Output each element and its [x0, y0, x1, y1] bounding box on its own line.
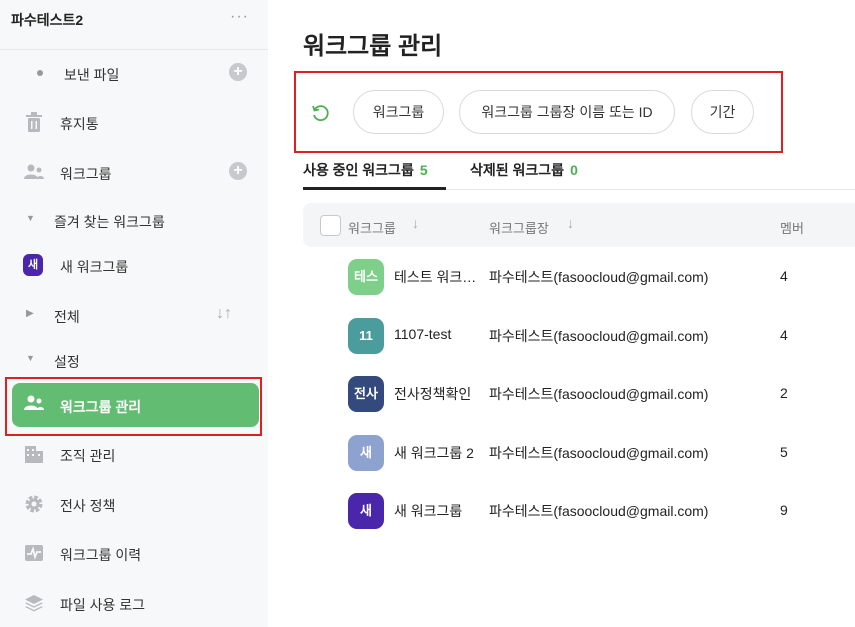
- table-header: 워크그룹 ↓ 워크그룹장 ↓ 멤버: [303, 203, 855, 247]
- member-count: 5: [780, 444, 788, 460]
- layers-icon: [24, 593, 44, 613]
- sort-icon[interactable]: ↓↑: [216, 305, 232, 323]
- workgroup-owner: 파수테스트(fasoocloud@gmail.com): [489, 269, 709, 285]
- sidebar-item-settings[interactable]: ▼ 설정: [0, 340, 268, 380]
- member-count: 2: [780, 385, 788, 401]
- activity-icon: [24, 543, 44, 563]
- sidebar-item-workgroups[interactable]: 워크그룹 +: [0, 152, 268, 192]
- sidebar-item-label: 워크그룹 관리: [60, 399, 142, 415]
- member-count: 4: [780, 268, 788, 284]
- gear-icon: [24, 494, 44, 514]
- workgroup-name: 새 워크그룹: [394, 503, 463, 519]
- workgroup-owner: 파수테스트(fasoocloud@gmail.com): [489, 328, 709, 344]
- workgroup-avatar: 새: [348, 493, 384, 529]
- workgroup-name: 전사정책확인: [394, 386, 472, 402]
- building-icon: [24, 444, 44, 464]
- tab-active-workgroups[interactable]: 사용 중인 워크그룹 5: [303, 160, 428, 180]
- member-count: 4: [780, 327, 788, 343]
- sidebar-item-label: 파일 사용 로그: [60, 597, 146, 613]
- table-row[interactable]: 새 새 워크그룹 2 파수테스트(fasoocloud@gmail.com) 5: [303, 424, 855, 482]
- workgroup-avatar: 새: [23, 254, 43, 276]
- filter-owner-button[interactable]: 워크그룹 그룹장 이름 또는 ID: [459, 90, 675, 134]
- caret-down-icon: ▼: [26, 353, 35, 363]
- sidebar-item-workgroup-manage[interactable]: 워크그룹 관리: [12, 383, 259, 427]
- sidebar-item-label: 즐겨 찾는 워크그룹: [54, 214, 165, 230]
- bullet-icon: [30, 63, 50, 83]
- org-name: 파수테스트2: [11, 12, 84, 28]
- page-title: 워크그룹 관리: [303, 33, 443, 60]
- sidebar-item-file-usage-log[interactable]: 파일 사용 로그: [0, 583, 268, 623]
- users-icon: [24, 162, 44, 182]
- sidebar-item-label: 휴지통: [60, 116, 99, 132]
- table-row[interactable]: 테스 테스트 워크그룹 파수테스트(fasoocloud@gmail.com) …: [303, 248, 855, 306]
- more-icon[interactable]: ···: [230, 8, 249, 26]
- tab-deleted-workgroups[interactable]: 삭제된 워크그룹 0: [470, 160, 578, 180]
- workgroup-avatar: 11: [348, 318, 384, 354]
- sidebar-header: 파수테스트2 ···: [0, 0, 268, 50]
- member-count: 9: [780, 502, 788, 518]
- workgroup-avatar: 테스: [348, 259, 384, 295]
- workgroup-name: 테스트 워크그룹: [394, 269, 482, 285]
- tab-underline: [303, 187, 446, 190]
- filter-period-button[interactable]: 기간: [691, 90, 754, 134]
- workgroup-name: 새 워크그룹 2: [394, 445, 474, 461]
- workgroup-owner: 파수테스트(fasoocloud@gmail.com): [489, 503, 709, 519]
- sidebar-item-label: 워크그룹: [60, 166, 112, 182]
- sidebar-item-org-manage[interactable]: 조직 관리: [0, 434, 268, 474]
- workgroup-name: 1107-test: [394, 326, 452, 342]
- sidebar-item-workgroup-history[interactable]: 워크그룹 이력: [0, 533, 268, 573]
- table-row[interactable]: 11 1107-test 파수테스트(fasoocloud@gmail.com)…: [303, 307, 855, 365]
- caret-right-icon: ▶: [26, 308, 34, 319]
- sidebar-item-label: 조직 관리: [60, 448, 116, 464]
- column-header-members[interactable]: 멤버: [780, 218, 804, 237]
- trash-icon: [24, 112, 44, 132]
- workgroup-owner: 파수테스트(fasoocloud@gmail.com): [489, 445, 709, 461]
- sidebar-item-label: 보낸 파일: [64, 67, 120, 83]
- workgroup-owner: 파수테스트(fasoocloud@gmail.com): [489, 386, 709, 402]
- table-row[interactable]: 새 새 워크그룹 파수테스트(fasoocloud@gmail.com) 9: [303, 482, 855, 540]
- sidebar-item-label: 새 워크그룹: [60, 259, 129, 275]
- sidebar-item-label: 전사 정책: [60, 498, 116, 514]
- sidebar-item-trash[interactable]: 휴지통: [0, 102, 268, 142]
- select-all-checkbox[interactable]: [320, 215, 341, 236]
- column-header-owner[interactable]: 워크그룹장: [489, 218, 549, 237]
- caret-down-icon: ▼: [26, 213, 35, 223]
- column-header-name[interactable]: 워크그룹: [348, 218, 396, 237]
- refresh-icon[interactable]: [308, 101, 332, 125]
- sidebar: 파수테스트2 ··· 보낸 파일 + 휴지통 워크그룹 + ▼ 즐겨 찾는 워크…: [0, 0, 268, 627]
- filter-workgroup-button[interactable]: 워크그룹: [353, 90, 444, 134]
- sort-arrow-icon[interactable]: ↓: [412, 215, 419, 231]
- sidebar-item-label: 설정: [54, 354, 80, 370]
- tab-bar: 사용 중인 워크그룹 5 삭제된 워크그룹 0: [303, 150, 855, 190]
- sidebar-item-favorites[interactable]: ▼ 즐겨 찾는 워크그룹: [0, 200, 268, 240]
- sidebar-item-new-workgroup[interactable]: 새 새 워크그룹: [0, 245, 268, 285]
- table-row[interactable]: 전사 전사정책확인 파수테스트(fasoocloud@gmail.com) 2: [303, 365, 855, 423]
- sidebar-item-company-policy[interactable]: 전사 정책: [0, 484, 268, 524]
- workgroup-avatar: 전사: [348, 376, 384, 412]
- sidebar-item-label: 전체: [54, 309, 80, 325]
- sort-arrow-icon[interactable]: ↓: [567, 215, 574, 231]
- add-icon[interactable]: +: [229, 63, 247, 81]
- users-icon: [24, 395, 44, 415]
- sidebar-item-all[interactable]: ▶ 전체 ↓↑: [0, 295, 268, 335]
- add-icon[interactable]: +: [229, 162, 247, 180]
- sidebar-item-label: 워크그룹 이력: [60, 547, 142, 563]
- workgroup-avatar: 새: [348, 435, 384, 471]
- sidebar-item-sent-files[interactable]: 보낸 파일 +: [0, 53, 268, 93]
